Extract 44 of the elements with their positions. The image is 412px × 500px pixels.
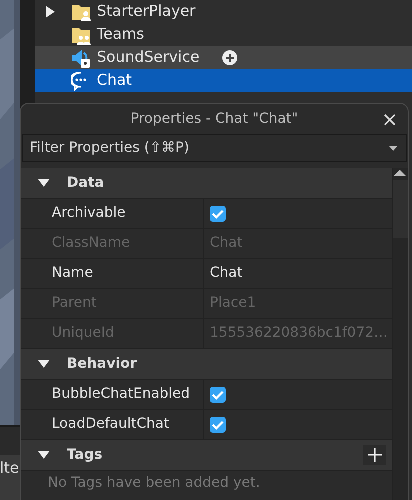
checkbox[interactable]: [210, 386, 226, 402]
collapse-arrow-icon: [37, 177, 51, 189]
property-value: Place1: [210, 294, 256, 313]
property-name: UniqueId: [21, 319, 204, 348]
filter-field[interactable]: Filter Properties (⇧⌘P): [22, 134, 407, 162]
tree-item[interactable]: StarterPlayer: [35, 0, 412, 23]
empty-message: No Tags have been added yet.: [47, 474, 262, 493]
property-value[interactable]: Chat: [210, 263, 243, 284]
item-label: SoundService: [97, 47, 200, 68]
property-name: Name: [21, 259, 204, 288]
item-label: StarterPlayer: [97, 1, 196, 22]
collapse-arrow-icon: [37, 358, 51, 370]
checkbox[interactable]: [210, 206, 226, 222]
item-label: Chat: [97, 70, 132, 92]
property-value: Chat: [210, 234, 243, 253]
dropdown-caret-icon: [388, 145, 399, 152]
property-name: ClassName: [21, 229, 204, 258]
section-header[interactable]: Data: [21, 168, 392, 199]
section-title: Tags: [67, 446, 103, 464]
tree-item[interactable]: SoundService: [35, 46, 412, 69]
property-name: Archivable: [21, 199, 204, 228]
section-header[interactable]: Tags: [21, 440, 392, 471]
add-icon: [222, 50, 238, 66]
collapse-arrow-icon: [37, 449, 51, 461]
section-header[interactable]: Behavior: [21, 349, 392, 380]
add-tag-button[interactable]: [363, 445, 386, 465]
section-title: Behavior: [67, 354, 138, 374]
expand-arrow-icon: [44, 4, 56, 18]
checkbox[interactable]: [210, 416, 226, 432]
property-name: Parent: [21, 289, 204, 318]
property-name: LoadDefaultChat: [21, 410, 204, 439]
scrollbar[interactable]: [392, 168, 408, 500]
close-icon: [383, 113, 397, 127]
plus-icon: [368, 448, 382, 462]
tree-item[interactable]: Teams: [35, 23, 412, 46]
property-value: 155536220836bc1f072…: [210, 324, 388, 343]
scrollbar-thumb[interactable]: [393, 180, 408, 238]
window-title: Properties - Chat "Chat": [130, 110, 298, 128]
section-title: Data: [67, 174, 104, 192]
tree-item[interactable]: Chat: [35, 69, 412, 92]
input-field[interactable]: lte: [0, 455, 20, 500]
speaker-icon: [71, 48, 91, 68]
property-name: BubbleChatEnabled: [21, 380, 204, 409]
item-label: Teams: [97, 24, 144, 46]
